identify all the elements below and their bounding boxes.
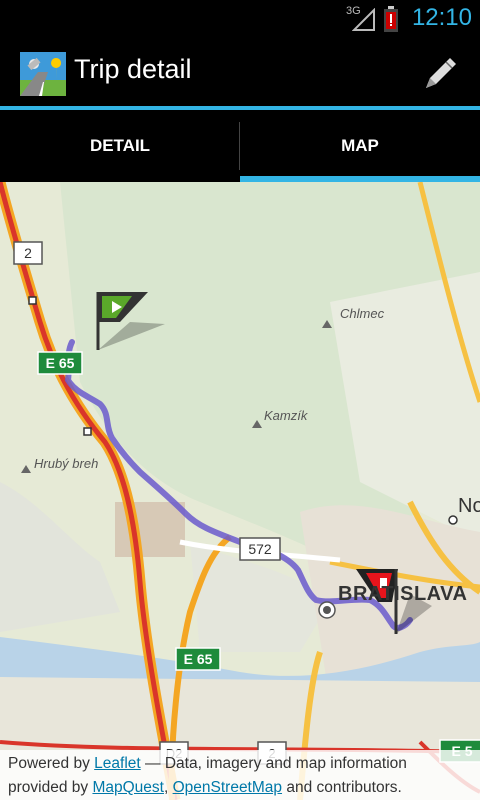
map-view[interactable]: 2 E 65 572 E 65 D2 2 E 5: [0, 182, 480, 800]
tab-bar: DETAIL MAP: [0, 110, 480, 182]
place-label-hruby-breh: Hrubý breh: [34, 456, 98, 471]
junction-marker: [28, 296, 37, 305]
landmark-icon-center: [323, 606, 331, 614]
signal-icon: [352, 8, 375, 31]
pencil-icon[interactable]: [418, 52, 462, 96]
action-bar: Trip detail: [0, 38, 480, 110]
road-shield-e65-bottom: E 65: [175, 647, 221, 671]
attribution-data-text: — Data, imagery and map information: [140, 755, 407, 772]
road-shield-572-label: 572: [248, 541, 272, 557]
map-attribution: Powered by Leaflet — Data, imagery and m…: [0, 750, 480, 800]
leaflet-link[interactable]: Leaflet: [94, 755, 141, 772]
status-bar: 3G 12:10: [0, 0, 480, 38]
tab-map[interactable]: MAP: [240, 110, 480, 182]
road-shield-e65-bottom-label: E 65: [184, 651, 213, 667]
tab-detail[interactable]: DETAIL: [0, 110, 240, 182]
place-dot: [448, 515, 458, 525]
mapquest-link[interactable]: MapQuest: [92, 779, 164, 796]
status-clock: 12:10: [411, 4, 472, 31]
place-label-kamzik: Kamzík: [264, 408, 309, 423]
attribution-line-2: provided by MapQuest, OpenStreetMap and …: [8, 776, 480, 800]
place-label-bratislava: BRATISLAVA: [338, 583, 467, 605]
place-label-chlmec: Chlmec: [340, 306, 385, 321]
junction-marker: [83, 427, 92, 436]
attribution-provided-by: provided by: [8, 779, 93, 796]
trip-app-icon[interactable]: [20, 52, 66, 96]
battery-icon: [384, 6, 398, 32]
road-shield-2-top: 2: [13, 241, 43, 265]
attribution-contributors: and contributors.: [282, 779, 402, 796]
road-shield-e65-top: E 65: [37, 351, 83, 375]
openstreetmap-link[interactable]: OpenStreetMap: [173, 779, 282, 796]
map-canvas[interactable]: 2 E 65 572 E 65 D2 2 E 5: [0, 182, 480, 800]
attribution-line-1: Powered by Leaflet — Data, imagery and m…: [8, 752, 480, 776]
attribution-powered-by: Powered by: [8, 755, 95, 772]
road-shield-e65-top-label: E 65: [46, 355, 75, 371]
road-shield-572: 572: [239, 537, 281, 561]
road-shield-2-top-label: 2: [24, 245, 32, 261]
page-title: Trip detail: [74, 54, 192, 84]
place-label-no: No: [458, 495, 480, 517]
attribution-separator: ,: [163, 779, 173, 796]
